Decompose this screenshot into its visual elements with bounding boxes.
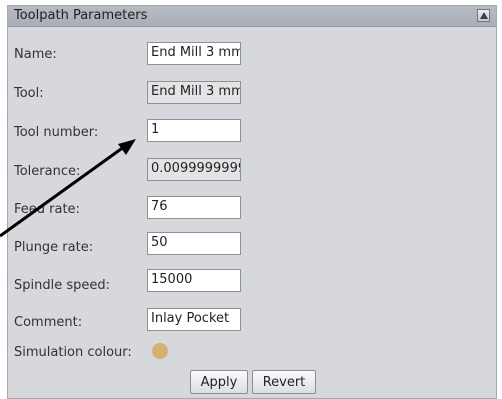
tolerance-field: 0.0099999999	[147, 158, 241, 181]
feed-rate-field[interactable]: 76	[147, 196, 241, 219]
comment-field[interactable]: Inlay Pocket	[147, 308, 241, 331]
name-field[interactable]: End Mill 3 mm	[147, 42, 241, 65]
tool-label: Tool:	[14, 86, 44, 101]
panel-title: Toolpath Parameters	[14, 8, 148, 23]
simulation-colour-swatch[interactable]	[152, 343, 168, 359]
comment-label: Comment:	[14, 315, 83, 330]
simulation-colour-label: Simulation colour:	[14, 345, 132, 360]
spindle-speed-field[interactable]: 15000	[147, 269, 241, 292]
plunge-rate-label: Plunge rate:	[14, 240, 94, 255]
triangle-up-icon	[480, 12, 488, 19]
name-label: Name:	[14, 47, 57, 62]
apply-button[interactable]: Apply	[190, 370, 248, 394]
tool-number-label: Tool number:	[14, 125, 99, 140]
collapse-button[interactable]	[477, 9, 490, 22]
tool-number-field[interactable]: 1	[147, 119, 241, 142]
tolerance-label: Tolerance:	[14, 164, 81, 179]
revert-button[interactable]: Revert	[252, 370, 316, 394]
spindle-speed-label: Spindle speed:	[14, 278, 111, 293]
feed-rate-label: Feed rate:	[14, 202, 80, 217]
panel-header: Toolpath Parameters	[8, 6, 496, 27]
plunge-rate-field[interactable]: 50	[147, 232, 241, 255]
tool-field: End Mill 3 mm	[147, 81, 241, 104]
toolpath-parameters-panel: Toolpath Parameters	[7, 5, 497, 399]
